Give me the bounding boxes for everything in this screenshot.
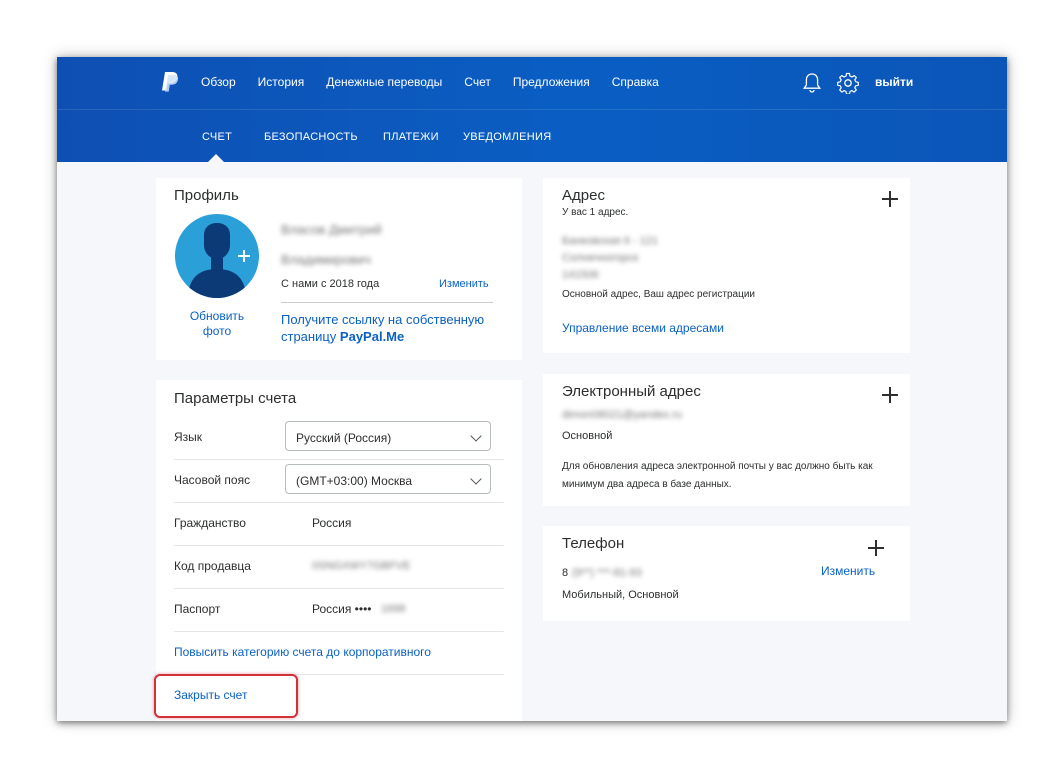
add-address-icon[interactable]: [882, 191, 898, 207]
main-menu: Обзор История Денежные переводы Счет Пре…: [201, 75, 681, 89]
profile-edit-link[interactable]: Изменить: [439, 278, 489, 290]
add-email-icon[interactable]: [882, 387, 898, 403]
divider: [174, 588, 504, 589]
gear-icon[interactable]: [837, 72, 859, 94]
member-since-text: С нами с 2018 года: [281, 278, 380, 290]
nav-help[interactable]: Справка: [612, 75, 659, 89]
timezone-select[interactable]: (GMT+03:00) Москва: [285, 464, 491, 494]
update-photo-line1: Обновить: [189, 309, 245, 323]
merchant-id-value: 0SNGXWY7GBFVE: [312, 560, 411, 572]
profile-card: Профиль Обновить фото Власов Дмитрий Вла…: [156, 178, 522, 360]
profile-name-line1: Власов Дмитрий: [281, 222, 382, 237]
paypalme-link[interactable]: Получите ссылку на собственную страницу …: [281, 311, 484, 345]
email-status: Основной: [562, 430, 613, 442]
nav-overview[interactable]: Обзор: [201, 75, 236, 89]
phone-card: Телефон 8 (9**) ***-81-93 Изменить Мобил…: [543, 526, 910, 621]
email-card: Электронный адрес dimon08021@yandex.ru О…: [543, 374, 910, 506]
update-photo-link[interactable]: Обновить фото: [189, 309, 245, 339]
divider: [174, 459, 504, 460]
language-value: Русский (Россия): [296, 431, 392, 445]
phone-title: Телефон: [562, 535, 625, 552]
tab-payments[interactable]: ПЛАТЕЖИ: [383, 131, 439, 143]
citizenship-value: Россия: [312, 516, 352, 530]
manage-addresses-link[interactable]: Управление всеми адресами: [562, 321, 724, 335]
avatar-icon[interactable]: [174, 213, 260, 299]
divider: [174, 502, 504, 503]
address-note: Основной адрес, Ваш адрес регистрации: [562, 289, 755, 300]
profile-title: Профиль: [174, 187, 239, 204]
phone-edit-link[interactable]: Изменить: [821, 564, 875, 578]
tab-security[interactable]: БЕЗОПАСНОСТЬ: [264, 131, 358, 143]
header: Обзор История Денежные переводы Счет Пре…: [57, 57, 1007, 163]
email-note-line1: Для обновления адреса электронной почты …: [562, 461, 873, 472]
upgrade-account-link[interactable]: Повысить категорию счета до корпоративно…: [174, 645, 431, 659]
profile-divider: [281, 302, 493, 303]
email-note-line2: минимум два адреса в базе данных.: [562, 479, 732, 490]
sub-nav: СЧЕТ БЕЗОПАСНОСТЬ ПЛАТЕЖИ УВЕДОМЛЕНИЯ: [57, 131, 1007, 145]
address-line3: 141506: [562, 269, 599, 281]
phone-number: (9**) ***-81-93: [572, 567, 642, 579]
email-value: dimon08021@yandex.ru: [562, 409, 683, 421]
top-nav: Обзор История Денежные переводы Счет Пре…: [57, 57, 1007, 110]
active-tab-indicator: [207, 154, 225, 163]
logout-link[interactable]: выйти: [875, 75, 913, 89]
phone-prefix: 8: [562, 567, 569, 579]
timezone-label: Часовой пояс: [174, 473, 251, 487]
address-line1: Банковская 6 - 121: [562, 235, 659, 247]
paypalme-brand: PayPal.Me: [339, 329, 405, 344]
divider: [174, 545, 504, 546]
app-window: Обзор История Денежные переводы Счет Пре…: [57, 57, 1007, 721]
passport-number-hidden: 1698: [381, 603, 406, 615]
language-select[interactable]: Русский (Россия): [285, 421, 491, 451]
paypal-logo-icon[interactable]: [160, 71, 180, 95]
add-phone-icon[interactable]: [868, 540, 884, 556]
nav-history[interactable]: История: [258, 75, 305, 89]
passport-value: Россия ••••: [312, 602, 372, 616]
passport-label: Паспорт: [174, 602, 221, 616]
email-note: Для обновления адреса электронной почты …: [562, 458, 873, 494]
divider: [174, 631, 504, 632]
tab-account[interactable]: СЧЕТ: [202, 131, 232, 143]
address-count: У вас 1 адрес.: [562, 207, 629, 218]
phone-status: Мобильный, Основной: [562, 589, 679, 601]
update-photo-line2: фото: [202, 324, 232, 338]
bell-icon[interactable]: [802, 72, 822, 94]
address-title: Адрес: [562, 187, 605, 204]
email-title: Электронный адрес: [562, 383, 701, 400]
merchant-id-label: Код продавца: [174, 559, 251, 573]
chevron-down-icon: [470, 430, 482, 442]
tab-notifications[interactable]: УВЕДОМЛЕНИЯ: [463, 131, 551, 143]
address-card: Адрес У вас 1 адрес. Банковская 6 - 121 …: [543, 178, 910, 353]
timezone-value: (GMT+03:00) Москва: [296, 474, 412, 488]
nav-transfers[interactable]: Денежные переводы: [326, 75, 442, 89]
paypalme-line2: страницу: [281, 329, 340, 344]
paypalme-line1: Получите ссылку на собственную: [281, 312, 485, 327]
profile-name-line2: Владимирович: [281, 252, 371, 267]
close-account-highlight: [154, 674, 298, 718]
settings-title: Параметры счета: [174, 390, 297, 407]
nav-offers[interactable]: Предложения: [513, 75, 590, 89]
language-label: Язык: [174, 430, 203, 444]
chevron-down-icon: [470, 473, 482, 485]
citizenship-label: Гражданство: [174, 516, 246, 530]
nav-account[interactable]: Счет: [464, 75, 491, 89]
address-line2: Солнечногорск: [562, 252, 639, 264]
account-settings-card: Параметры счета Язык Русский (Россия) Ча…: [156, 380, 522, 721]
